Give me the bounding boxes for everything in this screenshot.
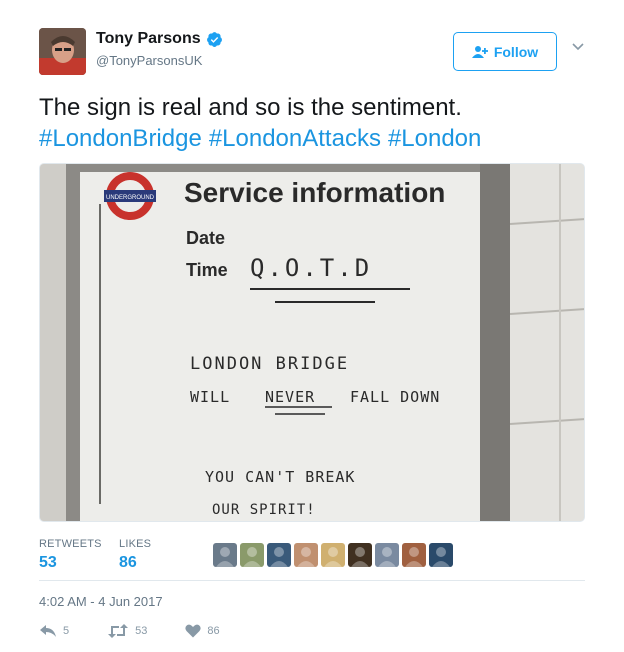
liker-avatar[interactable] (213, 543, 237, 567)
sign-time-label: Time (186, 260, 228, 280)
retweets-stat[interactable]: RETWEETS 53 (39, 538, 103, 572)
reply-button[interactable]: 5 (39, 624, 69, 638)
like-button[interactable]: 86 (185, 624, 220, 638)
handwriting-time: Q.O.T.D (250, 254, 372, 282)
reply-count: 5 (63, 625, 70, 637)
chevron-down-icon[interactable] (571, 42, 585, 52)
tweet-body: The sign is real and so is the sentiment… (39, 94, 462, 121)
sign-title: Service information (184, 177, 445, 208)
reply-icon (40, 625, 56, 637)
sign-date-label: Date (186, 228, 225, 248)
follow-label: Follow (493, 43, 539, 60)
display-name[interactable]: Tony Parsons (96, 30, 201, 48)
likes-count: 86 (119, 554, 137, 571)
hashtag-link[interactable]: #London (388, 125, 481, 152)
hashtag-link[interactable]: #LondonAttacks (209, 125, 381, 152)
retweet-icon (108, 624, 129, 638)
liker-avatar[interactable] (348, 543, 372, 567)
liker-avatar[interactable] (294, 543, 318, 567)
underground-roundel-text: UNDERGROUND (106, 195, 155, 201)
handwriting-line-2-end: FALL DOWN (350, 388, 440, 406)
tweet-text: The sign is real and so is the sentiment… (39, 92, 599, 154)
liker-avatars (213, 543, 456, 567)
liker-avatar[interactable] (375, 543, 399, 567)
verified-badge-icon (206, 31, 222, 47)
retweets-count: 53 (39, 554, 57, 571)
handwriting-line-4: OUR SPIRIT! (212, 502, 316, 518)
liker-avatar[interactable] (402, 543, 426, 567)
handwriting-line-2-emphasis: NEVER (265, 388, 315, 406)
service-board-photo: UNDERGROUND Service information Date Tim… (40, 164, 584, 521)
user-handle[interactable]: @TonyParsonsUK (96, 53, 202, 68)
follow-button[interactable]: Follow (453, 32, 557, 71)
hashtag-link[interactable]: #LondonBridge (39, 125, 202, 152)
liker-avatar[interactable] (267, 543, 291, 567)
handwriting-line-2-start: WILL (190, 388, 230, 406)
likes-label: LIKES (119, 538, 152, 550)
liker-avatar[interactable] (429, 543, 453, 567)
retweet-button[interactable]: 53 (107, 624, 147, 638)
tweet-photo[interactable]: UNDERGROUND Service information Date Tim… (39, 163, 585, 522)
retweet-count: 53 (135, 625, 148, 637)
hashtags: #LondonBridge #LondonAttacks #London (39, 123, 599, 154)
handwriting-line-1: LONDON BRIDGE (190, 354, 349, 374)
like-count: 86 (207, 625, 220, 637)
likes-stat[interactable]: LIKES 86 (119, 538, 189, 572)
engagement-stats: RETWEETS 53 LIKES 86 (39, 538, 205, 572)
tweet-timestamp[interactable]: 4:02 AM - 4 Jun 2017 (39, 594, 163, 609)
retweets-label: RETWEETS (39, 538, 102, 550)
avatar[interactable] (39, 28, 86, 75)
follow-user-icon (471, 45, 488, 58)
heart-icon (185, 624, 202, 638)
liker-avatar[interactable] (240, 543, 264, 567)
divider (39, 580, 585, 581)
handwriting-line-3: YOU CAN'T BREAK (205, 468, 355, 486)
liker-avatar[interactable] (321, 543, 345, 567)
tweet-actions: 5 53 86 (39, 624, 258, 638)
